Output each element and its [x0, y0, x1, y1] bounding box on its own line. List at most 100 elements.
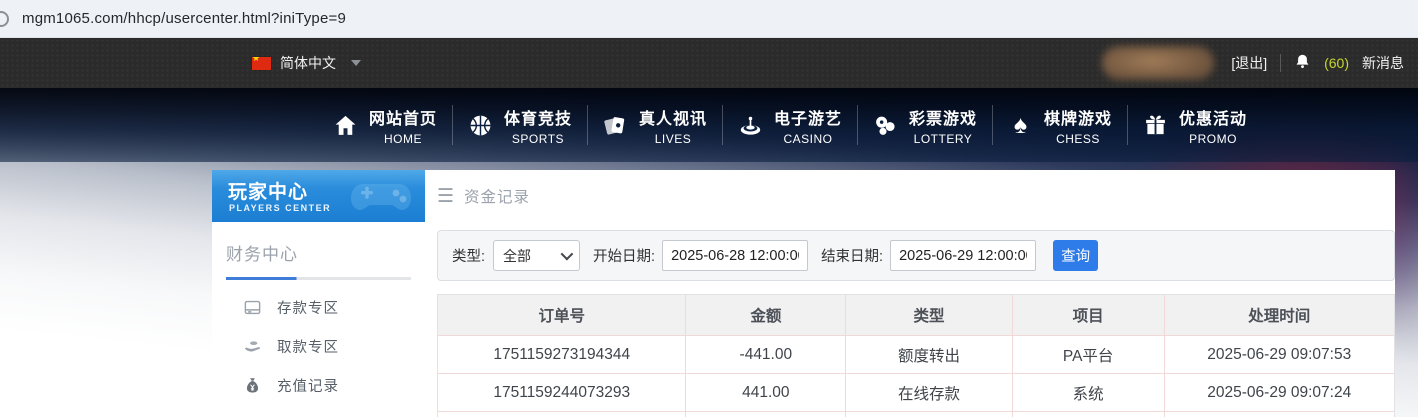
table-row: 1751159244073293 441.00 在线存款 系统 2025-06-… — [438, 374, 1395, 412]
nav-label-en: HOME — [383, 131, 422, 146]
sidebar-item-label: 取款专区 — [277, 340, 339, 356]
account-topbar: ★★ 简体中文 [退出] (60) 新消息 — [0, 38, 1418, 88]
cards-icon — [603, 113, 628, 138]
cell-order-no: 1751159244073293 — [438, 374, 687, 412]
nav-label-en: SPORTS — [511, 131, 565, 146]
language-label: 简体中文 — [280, 55, 336, 71]
type-label: 类型: — [452, 249, 486, 265]
nav-label-en: PROMO — [1189, 131, 1237, 146]
nav-label-zh: 彩票游戏 — [908, 110, 977, 128]
home-icon — [333, 113, 358, 138]
sidebar-item-deposit-zone[interactable]: 存款专区 — [212, 288, 425, 327]
nav-item-lottery[interactable]: 彩票游戏 LOTTERY — [858, 88, 992, 162]
col-header-amount: 金额 — [686, 295, 847, 336]
sidebar: 玩家中心 PLAYERS CENTER 财务中心 存款专区 取款专区 充值记录 — [212, 170, 425, 417]
sidebar-item-withdrawal-records[interactable]: 提现记录 — [212, 405, 425, 417]
spade-icon: ♠ — [1013, 110, 1028, 139]
nav-label-en: CASINO — [783, 131, 833, 146]
nav-label-zh: 真人视讯 — [638, 110, 707, 128]
funds-table: 订单号 金额 类型 项目 处理时间 1751159273194344 -441.… — [437, 294, 1395, 417]
withdraw-hand-icon — [243, 337, 262, 356]
nav-item-chess[interactable]: ♠ 棋牌游戏 CHESS — [993, 88, 1127, 162]
cell-item: 系统 — [1012, 374, 1165, 412]
sidebar-item-withdraw-zone[interactable]: 取款专区 — [212, 327, 425, 366]
nav-item-promo[interactable]: 优惠活动 PROMO — [1128, 88, 1262, 162]
finance-center-section: 财务中心 — [212, 222, 425, 280]
nav-label-en: LIVES — [654, 131, 692, 146]
message-label[interactable]: 新消息 — [1362, 53, 1404, 73]
nav-label-en: CHESS — [1056, 131, 1100, 146]
players-center-title: 玩家中心 — [228, 182, 309, 203]
main-content: ☰ 资金记录 类型: 全部 开始日期: 结束日期: 查询 — [437, 170, 1395, 417]
cell-type: 额度转出 — [846, 336, 1013, 374]
nav-item-sports[interactable]: 体育竞技 SPORTS — [453, 88, 587, 162]
nav-label-zh: 体育竞技 — [503, 110, 572, 128]
cell-proc-time: 2025-06-29 09:07:24 — [1164, 374, 1395, 412]
china-flag-icon: ★★ — [252, 56, 271, 70]
lottery-balls-icon — [873, 113, 898, 138]
gamepad-watermark-icon — [349, 176, 413, 216]
nav-label-en: LOTTERY — [913, 131, 973, 146]
sidebar-item-label: 充值记录 — [277, 379, 339, 395]
money-bag-icon — [243, 376, 262, 395]
language-switcher[interactable]: ★★ 简体中文 — [252, 38, 361, 88]
nav-item-lives[interactable]: 真人视讯 LIVES — [588, 88, 722, 162]
cell-proc-time: 2025-06-29 09:07:53 — [1164, 336, 1395, 374]
table-header-row: 订单号 金额 类型 项目 处理时间 — [438, 295, 1395, 336]
topbar-right-group: [退出] (60) 新消息 — [1102, 38, 1404, 88]
finance-center-label: 财务中心 — [226, 245, 298, 264]
col-header-order-no: 订单号 — [438, 295, 687, 336]
message-count[interactable]: (60) — [1324, 55, 1349, 71]
table-row-partial — [438, 412, 1394, 417]
url-text[interactable]: mgm1065.com/hhcp/usercenter.html?iniType… — [22, 10, 346, 27]
type-select-value: 全部 — [503, 247, 532, 264]
col-header-item: 项目 — [1012, 295, 1165, 336]
sidebar-item-label: 存款专区 — [277, 301, 339, 317]
sidebar-item-recharge-records[interactable]: 充值记录 — [212, 366, 425, 405]
players-center-header[interactable]: 玩家中心 PLAYERS CENTER — [212, 170, 425, 222]
sidebar-menu: 存款专区 取款专区 充值记录 — [212, 288, 425, 417]
section-underline — [226, 277, 411, 280]
query-button[interactable]: 查询 — [1053, 240, 1099, 271]
nav-label-zh: 优惠活动 — [1178, 110, 1247, 128]
cell-amount: -441.00 — [686, 336, 847, 374]
nav-items: 网站首页 HOME 体育竞技 SPORTS 真人视讯 LIVES 电子游艺 CA… — [318, 88, 1262, 162]
cell-item: PA平台 — [1012, 336, 1165, 374]
bell-icon[interactable] — [1294, 53, 1311, 73]
browser-url-bar[interactable]: mgm1065.com/hhcp/usercenter.html?iniType… — [0, 0, 1418, 38]
nav-item-home[interactable]: 网站首页 HOME — [318, 88, 452, 162]
end-date-label: 结束日期: — [821, 249, 884, 265]
logout-link[interactable]: [退出] — [1231, 53, 1267, 73]
nav-item-casino[interactable]: 电子游艺 CASINO — [723, 88, 857, 162]
nav-label-zh: 棋牌游戏 — [1043, 110, 1112, 128]
content-panel: 玩家中心 PLAYERS CENTER 财务中心 存款专区 取款专区 充值记录 … — [212, 170, 1395, 417]
nav-label-zh: 网站首页 — [368, 110, 437, 128]
main-navbar: 网站首页 HOME 体育竞技 SPORTS 真人视讯 LIVES 电子游艺 CA… — [0, 88, 1418, 162]
list-menu-icon: ☰ — [437, 185, 455, 207]
col-header-proc-time: 处理时间 — [1164, 295, 1395, 336]
cell-order-no: 1751159273194344 — [438, 336, 687, 374]
username-redacted — [1102, 46, 1215, 80]
col-header-type: 类型 — [846, 295, 1013, 336]
basketball-icon — [468, 113, 493, 138]
start-date-input[interactable] — [662, 240, 809, 271]
divider — [1280, 54, 1282, 72]
players-center-subtitle: PLAYERS CENTER — [229, 203, 332, 213]
roulette-icon — [738, 113, 763, 138]
table-row: 1751159273194344 -441.00 额度转出 PA平台 2025-… — [438, 336, 1395, 374]
deposit-card-icon — [243, 298, 262, 317]
cell-amount: 441.00 — [686, 374, 847, 412]
nav-label-zh: 电子游艺 — [773, 110, 842, 128]
type-select[interactable]: 全部 — [493, 240, 581, 271]
cell-type: 在线存款 — [846, 374, 1013, 412]
page-title: 资金记录 — [464, 189, 531, 206]
filter-bar: 类型: 全部 开始日期: 结束日期: 查询 — [437, 230, 1395, 281]
gift-icon — [1143, 113, 1168, 138]
chevron-down-icon — [560, 247, 574, 261]
end-date-input[interactable] — [890, 240, 1037, 271]
start-date-label: 开始日期: — [593, 249, 656, 265]
site-info-icon — [0, 11, 9, 27]
breadcrumb: ☰ 资金记录 — [437, 176, 1395, 216]
chevron-down-icon — [351, 60, 361, 66]
screen: mgm1065.com/hhcp/usercenter.html?iniType… — [0, 0, 1418, 417]
